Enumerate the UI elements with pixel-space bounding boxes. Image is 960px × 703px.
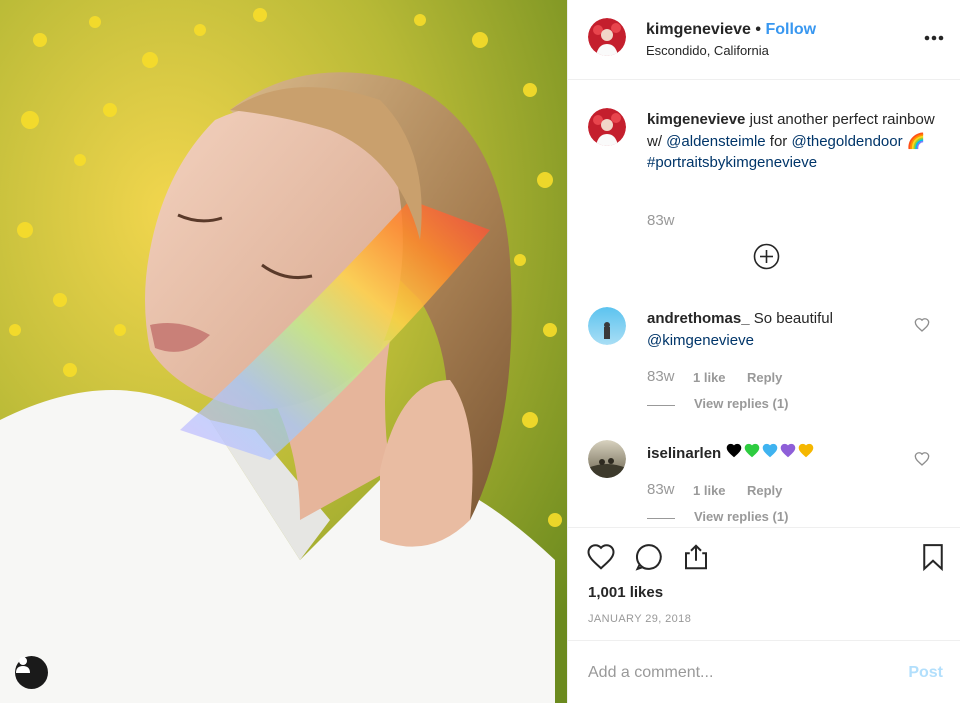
hashtag-link[interactable]: #portraitsbykimgenevieve [647,154,817,171]
post-date[interactable]: JANUARY 29, 2018 [588,613,691,625]
comment-username[interactable]: iselinarlen [647,445,721,462]
caption-text-2: for [765,132,792,150]
bookmark-icon[interactable] [918,542,948,572]
share-icon[interactable] [681,542,711,572]
heart-emoji-icon [745,443,760,458]
comment-text: andrethomas_ So beautiful @kimgenevieve [647,308,927,351]
mention-link[interactable]: @aldensteimle [666,133,765,150]
heart-emoji-icon [781,443,796,458]
follow-button[interactable]: Follow [765,21,816,38]
plus-circle-icon[interactable] [753,243,780,270]
add-comment-bar: Post [568,640,960,703]
replies-divider [647,405,675,406]
comment-text: iselinarlen [647,442,927,465]
post-header: kimgenevieve • Follow Escondido, Califor… [568,0,960,80]
comments-list[interactable]: kimgenevieve just another perfect rainbo… [568,81,960,527]
post-button[interactable]: Post [908,664,943,682]
heart-emoji-icon [763,443,778,458]
caption-avatar[interactable] [588,108,626,146]
caption-username[interactable]: kimgenevieve [647,111,745,128]
rainbow-emoji: 🌈 [906,132,926,150]
caption-timestamp[interactable]: 83w [647,212,675,229]
comment-input[interactable] [588,661,888,685]
heart-emoji-icon [799,443,814,458]
avatar[interactable] [588,18,626,56]
heart-emoji-icon [727,443,742,458]
portrait-image [0,0,567,703]
header-username[interactable]: kimgenevieve [646,21,751,38]
reply-button[interactable]: Reply [747,483,782,498]
comment-timestamp[interactable]: 83w [647,481,675,498]
mention-link[interactable]: @kimgenevieve [647,332,754,349]
heart-icon[interactable] [914,317,930,333]
post-side-panel: kimgenevieve • Follow Escondido, Califor… [567,0,960,703]
heart-icon[interactable] [914,451,930,467]
likes-count[interactable]: 1,001 likes [588,584,663,601]
comment-body: So beautiful [749,310,833,327]
view-replies-button[interactable]: View replies (1) [694,396,788,411]
heart-emojis [725,443,815,462]
avatar[interactable] [588,440,626,478]
comment-likes[interactable]: 1 like [693,483,726,498]
replies-divider [647,518,675,519]
comment-username[interactable]: andrethomas_ [647,310,750,327]
comment-timestamp[interactable]: 83w [647,368,675,385]
more-options-icon[interactable] [922,26,946,46]
view-replies-button[interactable]: View replies (1) [694,509,788,524]
location-link[interactable]: Escondido, California [646,43,769,58]
caption: kimgenevieve just another perfect rainbo… [647,109,937,174]
separator-dot: • [755,21,762,38]
comment-icon[interactable] [634,542,664,572]
avatar[interactable] [588,307,626,345]
user-tag-icon[interactable] [15,656,48,689]
heart-icon[interactable] [586,542,616,572]
comment-likes[interactable]: 1 like [693,370,726,385]
header-user-line: kimgenevieve • Follow [646,21,816,39]
post-actions: 1,001 likes JANUARY 29, 2018 Post [568,527,960,703]
reply-button[interactable]: Reply [747,370,782,385]
mention-link[interactable]: @thegoldendoor [791,133,902,150]
post-photo[interactable] [0,0,567,703]
